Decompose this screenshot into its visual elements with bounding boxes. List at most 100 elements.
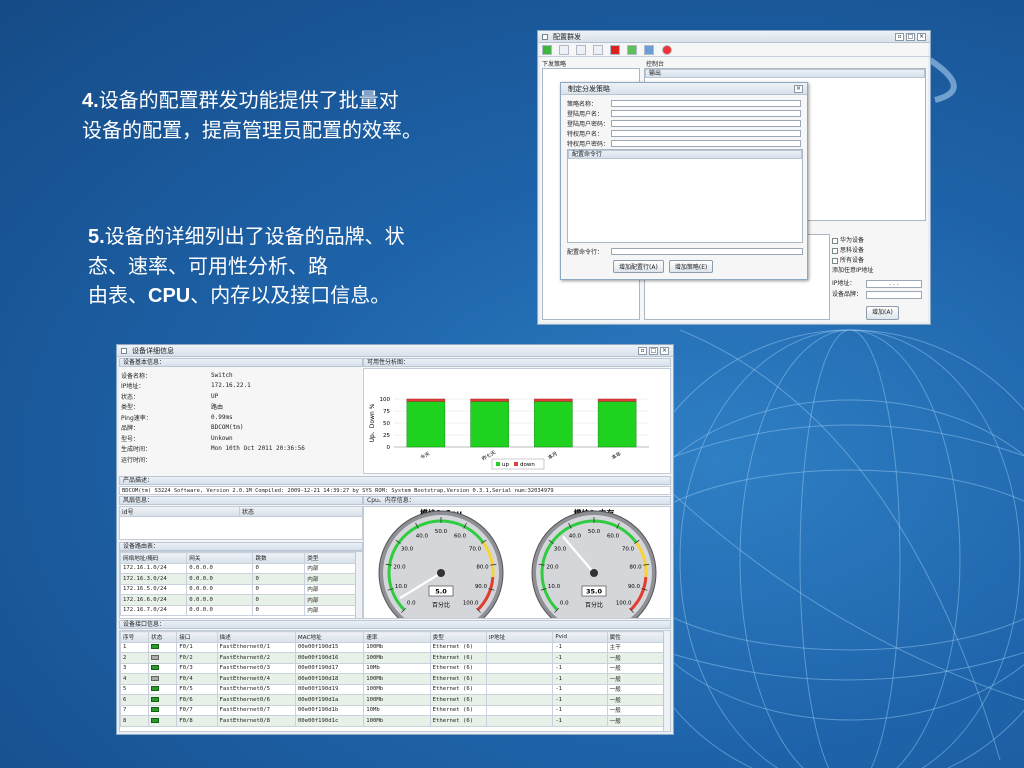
info-row: 类型： 路由 xyxy=(121,402,361,413)
maximize-button[interactable]: □ xyxy=(906,32,915,41)
cancel-icon[interactable] xyxy=(661,45,672,55)
column-header[interactable]: 网关 xyxy=(186,552,254,564)
table-row[interactable]: 172.16.6.0/24 0.0.0.0 0 内部 xyxy=(120,594,357,606)
brand-select[interactable] xyxy=(866,291,922,299)
add-device-button[interactable]: 增加(A) xyxy=(866,306,899,320)
table-row[interactable]: 5 F0/5 FastEthernet0/5 00e00f190d19 100Mb Eth… xyxy=(120,683,665,695)
refresh-icon[interactable] xyxy=(627,45,638,55)
field-input[interactable] xyxy=(611,140,801,147)
column-header[interactable]: 跳数 xyxy=(252,552,306,564)
add-command-button[interactable]: 增加配置行(A) xyxy=(613,260,664,273)
point-5-text: 5.设备的详细列出了设备的品牌、状 态、速率、可用性分析、路 由表、CPU、内存… xyxy=(88,224,405,307)
y-tick-label: 0 xyxy=(387,445,391,451)
table-cell: FastEthernet0/1 xyxy=(216,641,296,653)
column-header[interactable]: 网络地址/掩码 xyxy=(120,552,188,564)
route-table[interactable]: 网络地址/掩码 网关 跳数 类型 172.16.1.0/24 0.0.0.0 0 内部 172.… xyxy=(119,551,363,619)
info-key: 运行时间： xyxy=(121,456,152,464)
copy-icon[interactable] xyxy=(593,45,604,55)
column-header[interactable]: 类型 xyxy=(304,552,357,564)
detail-minimize-button[interactable]: ▫ xyxy=(638,346,647,355)
table-row[interactable]: 4 F0/4 FastEthernet0/4 00e00f190d18 100Mb Eth… xyxy=(120,673,665,685)
all-devices-checkbox[interactable]: 所有设备 xyxy=(832,256,922,266)
x-tick-label: 本年 xyxy=(610,450,622,461)
detail-maximize-button[interactable]: □ xyxy=(649,346,658,355)
table-row[interactable]: 172.16.3.0/24 0.0.0.0 0 内部 xyxy=(120,573,357,585)
interface-header: 设备接口信息： xyxy=(119,620,671,629)
column-header[interactable]: 类型 xyxy=(429,631,487,643)
field-input[interactable] xyxy=(611,120,801,127)
console-header: 控制台 xyxy=(646,61,665,68)
table-cell xyxy=(485,683,554,695)
column-header[interactable]: IP地址 xyxy=(485,631,554,643)
field-input[interactable] xyxy=(611,130,801,137)
ip-input[interactable]: . . . xyxy=(866,280,922,288)
command-line-input[interactable] xyxy=(611,248,803,255)
y-axis-label: Up、Down % xyxy=(369,403,376,442)
column-header[interactable]: MAC地址 xyxy=(294,631,365,643)
column-header[interactable]: 描述 xyxy=(216,631,296,643)
bar-up xyxy=(406,401,446,448)
route-scrollbar[interactable] xyxy=(355,552,362,618)
gauge-tick-label: 50.0 xyxy=(435,529,448,535)
table-cell: FastEthernet0/2 xyxy=(216,652,296,664)
field-input[interactable] xyxy=(611,110,801,117)
device-filter: 华为设备 思科设备 所有设备 添加任意IP地址 IP地址： . . . 设备品牌：… xyxy=(832,236,922,320)
add-strategy-button[interactable]: 增加策略(E) xyxy=(668,260,714,273)
save-icon[interactable] xyxy=(644,45,655,55)
table-row[interactable]: 172.16.1.0/24 0.0.0.0 0 内部 xyxy=(120,562,357,574)
edit-icon[interactable] xyxy=(559,45,570,55)
minimize-button[interactable]: ▫ xyxy=(895,32,904,41)
config-window-titlebar: 配置群发 ▫ □ × xyxy=(538,31,930,43)
device-detail-window: 设备详细信息 ▫ □ × 设备基本信息： 设备名称： Switch IP地址： 172.1… xyxy=(116,344,674,735)
info-row: 品牌： BDCOM(tm) xyxy=(121,423,361,434)
table-row[interactable]: 8 F0/8 FastEthernet0/8 00e00f190d1c 100Mb Eth… xyxy=(120,715,665,727)
cpu-memory-gauges: 模块1:Cpu0.010.020.030.040.050.060.070.080… xyxy=(363,506,671,619)
dialog-close-button[interactable]: × xyxy=(794,84,803,93)
table-cell: 0.0.0.0 xyxy=(186,573,254,585)
table-cell: 一般 xyxy=(606,704,665,716)
interface-scrollbar[interactable] xyxy=(663,631,670,731)
table-cell: Ethernet (6) xyxy=(429,694,487,706)
column-header[interactable]: 状态 xyxy=(148,631,178,643)
table-cell: F0/6 xyxy=(176,694,218,706)
ruijie-checkbox[interactable]: 思科设备 xyxy=(832,246,922,256)
column-header[interactable]: Pvid xyxy=(552,631,608,643)
command-line-row: 配置命令行： xyxy=(567,247,803,256)
close-button[interactable]: × xyxy=(917,32,926,41)
legend-swatch-down xyxy=(514,462,518,466)
strategy-field-row: 策略名称： xyxy=(567,99,801,108)
gauge-tick-label: 10.0 xyxy=(548,584,561,590)
gauge-tick-label: 70.0 xyxy=(469,546,482,552)
table-row[interactable]: 7 F0/7 FastEthernet0/7 00e00f190d1b 10Mb Ethe… xyxy=(120,704,665,716)
column-header[interactable]: 速率 xyxy=(363,631,431,643)
table-row[interactable]: 172.16.5.0/24 0.0.0.0 0 内部 xyxy=(120,583,357,595)
field-input[interactable] xyxy=(611,100,801,107)
bar-up xyxy=(470,401,509,448)
table-cell: 00e00f190d1c xyxy=(294,715,365,727)
table-cell: 内部 xyxy=(304,604,357,616)
detail-close-button[interactable]: × xyxy=(660,346,669,355)
table-cell: 内部 xyxy=(304,583,357,595)
gauge-tick-label: 100.0 xyxy=(616,601,632,607)
info-key: IP地址： xyxy=(121,383,145,391)
gauge-tick-label: 90.0 xyxy=(475,584,488,590)
table-cell: 一般 xyxy=(606,662,665,674)
add-icon[interactable] xyxy=(542,45,552,55)
table-row[interactable]: 3 F0/3 FastEthernet0/3 00e00f190d17 10Mb Ethe… xyxy=(120,662,665,674)
info-row: 运行时间： xyxy=(121,454,361,465)
gauge-hub xyxy=(437,569,445,577)
delete-icon[interactable] xyxy=(576,45,587,55)
table-row[interactable]: 1 F0/1 FastEthernet0/1 00e00f190d15 100Mb Eth… xyxy=(120,641,665,653)
table-row[interactable]: 6 F0/6 FastEthernet0/6 00e00f190d1a 100Mb Eth… xyxy=(120,694,665,706)
column-header[interactable]: 接口 xyxy=(176,631,218,643)
column-header[interactable]: 序号 xyxy=(120,631,150,643)
stop-icon[interactable] xyxy=(610,45,621,55)
interface-table[interactable]: 序号 状态 接口 描述 MAC地址 速率 类型 IP地址 Pvid 属性 1 F0/1 FastEthe… xyxy=(119,630,671,732)
command-list[interactable]: 配置命令行 xyxy=(567,149,803,243)
table-row[interactable]: 172.16.7.0/24 0.0.0.0 0 内部 xyxy=(120,604,357,616)
huawei-checkbox[interactable]: 华为设备 xyxy=(832,236,922,246)
table-cell: 0 xyxy=(252,562,306,574)
bar-up xyxy=(597,401,637,448)
table-row[interactable]: 2 F0/2 FastEthernet0/2 00e00f190d16 100Mb Eth… xyxy=(120,652,665,664)
column-header[interactable]: 属性 xyxy=(606,631,665,643)
